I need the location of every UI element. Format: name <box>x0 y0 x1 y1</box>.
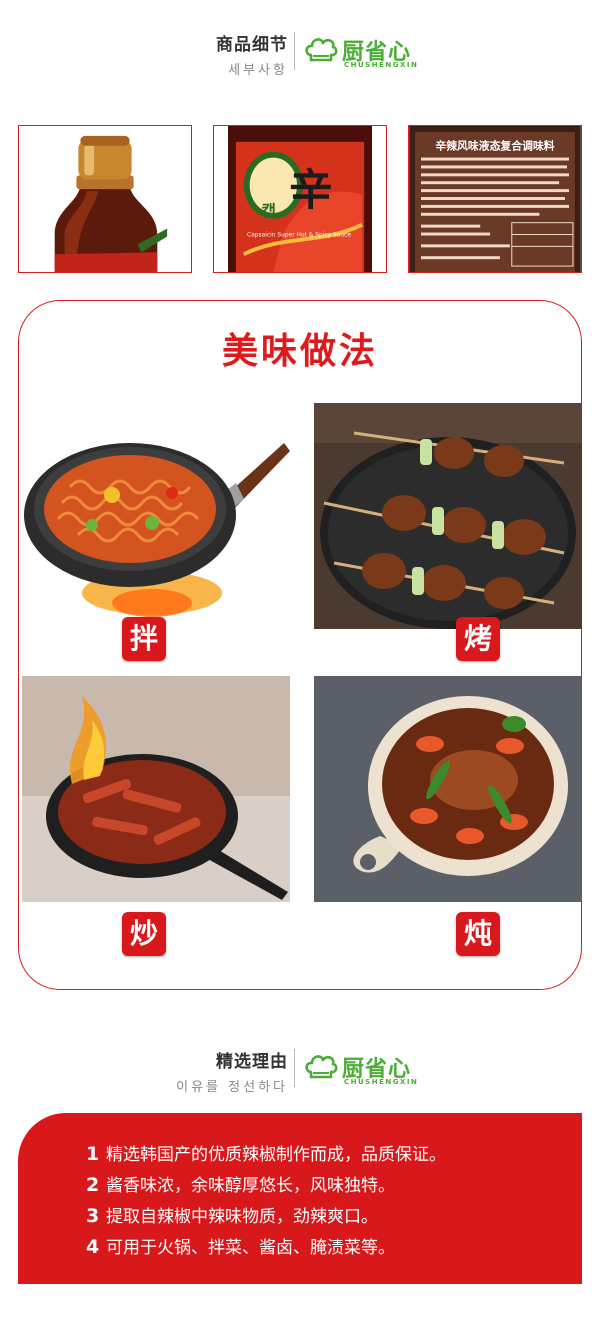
details-section-header: 商品细节 세부사항 厨省心 CHUSHENGXIN <box>0 30 600 90</box>
reasons-list: 1 精选韩国产的优质辣椒制作而成，品质保证。 2 酱香味浓，余味醇厚悠长，风味独特。… <box>86 1139 446 1263</box>
cooking-title: 美味做法 <box>221 331 378 372</box>
reason-item: 4 可用于火锅、拌菜、酱卤、腌渍菜等。 <box>86 1232 446 1263</box>
details-subtitle: 세부사항 <box>228 63 288 78</box>
thumb-ingredient-label: 辛辣风味液态复合调味料 <box>408 125 582 273</box>
bottle-label-image: 辛 캡 Capsaicin Super Hot & Spicy Sauce <box>214 126 386 272</box>
reasons-subtitle: 이유를 정선하다 <box>176 1080 288 1095</box>
reason-number: 4 <box>86 1236 100 1258</box>
ingredient-label-title: 辛辣风味液态复合调味料 <box>435 139 554 153</box>
reasons-title: 精选理由 <box>216 1052 288 1072</box>
reason-text: 精选韩国产的优质辣椒制作而成，品质保证。 <box>106 1145 446 1165</box>
reason-item: 1 精选韩国产的优质辣椒制作而成，品质保证。 <box>86 1139 446 1170</box>
svg-text:辛: 辛 <box>289 166 332 216</box>
reason-item: 3 提取自辣椒中辣味物质，劲辣爽口。 <box>86 1201 446 1232</box>
method-badge-stew: 炖 <box>456 912 500 956</box>
reason-number: 2 <box>86 1174 100 1196</box>
svg-text:캡: 캡 <box>262 202 277 221</box>
bottle-cap-image <box>19 126 191 272</box>
header-divider <box>294 1049 295 1087</box>
svg-text:Capsaicin Super Hot & Spicy Sa: Capsaicin Super Hot & Spicy Sauce <box>247 232 351 238</box>
details-titles: 商品细节 세부사항 <box>216 30 288 78</box>
reason-text: 酱香味浓，余味醇厚悠长，风味独特。 <box>106 1176 395 1196</box>
reason-number: 3 <box>86 1205 100 1227</box>
brand-subname: CHUSHENGXIN <box>344 1078 419 1086</box>
method-badge-stirfry: 炒 <box>122 912 166 956</box>
method-badge-grill: 烤 <box>456 617 500 661</box>
photo-spicy-noodles <box>22 403 290 629</box>
brand-subname: CHUSHENGXIN <box>344 61 419 69</box>
reasons-section-header: 精选理由 이유를 정선하다 厨省心 CHUSHENGXIN <box>0 1047 600 1107</box>
reason-text: 可用于火锅、拌菜、酱卤、腌渍菜等。 <box>106 1238 395 1258</box>
photo-grilled-skewers <box>314 403 582 629</box>
header-divider <box>294 32 295 70</box>
reasons-panel: 1 精选韩国产的优质辣椒制作而成，品质保证。 2 酱香味浓，余味醇厚悠长，风味独特。… <box>18 1113 582 1284</box>
ingredient-label-image: 辛辣风味液态复合调味料 <box>409 126 581 272</box>
method-badge-mix: 拌 <box>122 617 166 661</box>
details-title: 商品细节 <box>216 35 288 55</box>
thumb-bottle-cap <box>18 125 192 273</box>
reasons-titles: 精选理由 이유를 정선하다 <box>176 1047 288 1095</box>
reason-number: 1 <box>86 1143 100 1165</box>
photo-stir-fry <box>22 676 290 902</box>
photo-stew <box>314 676 582 902</box>
chef-hat-icon <box>305 1055 338 1079</box>
chef-hat-icon <box>305 38 338 62</box>
thumb-bottle-label: 辛 캡 Capsaicin Super Hot & Spicy Sauce <box>213 125 387 273</box>
reason-item: 2 酱香味浓，余味醇厚悠长，风味独特。 <box>86 1170 446 1201</box>
reason-text: 提取自辣椒中辣味物质，劲辣爽口。 <box>106 1207 378 1227</box>
